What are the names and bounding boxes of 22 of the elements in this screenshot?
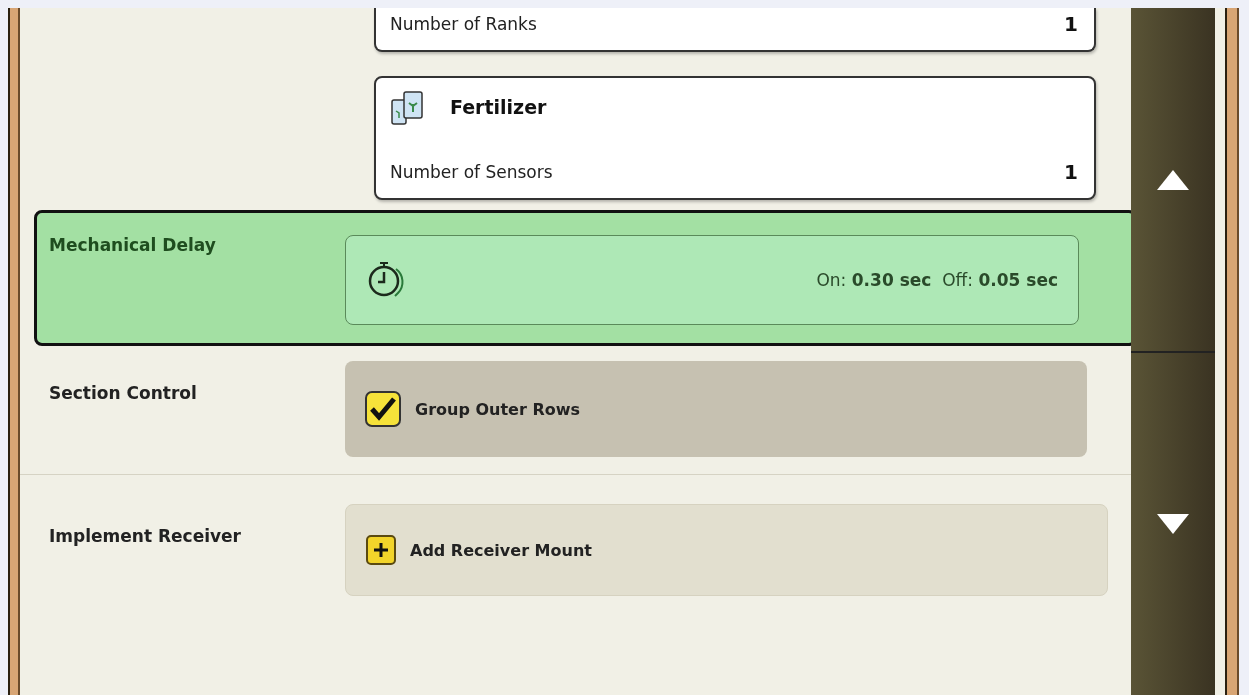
card-label: Number of Sensors <box>390 162 553 182</box>
card-value: 1 <box>1064 160 1078 184</box>
product-card[interactable]: Fertilizer Number of Sensors 1 <box>374 76 1096 200</box>
add-receiver-button[interactable]: Add Receiver Mount <box>345 504 1108 596</box>
card-value: 1 <box>1064 12 1078 36</box>
delay-button[interactable]: On: 0.30 sec Off: 0.05 sec <box>345 235 1079 325</box>
row-label: Section Control <box>49 383 198 403</box>
row-label: Mechanical Delay <box>49 235 217 255</box>
check-icon <box>369 396 397 422</box>
settings-card[interactable]: Number of Ranks 1 <box>374 8 1096 52</box>
checkbox[interactable] <box>365 391 401 427</box>
card-label: Number of Ranks <box>390 14 537 34</box>
down-arrow-icon <box>1156 512 1190 535</box>
plus-icon <box>372 541 390 559</box>
settings-row[interactable]: Mechanical Delay On: 0.30 sec Off: 0.05 sec <box>34 210 1131 346</box>
containers-icon <box>390 88 426 126</box>
row-label: Implement Receiver <box>49 526 242 546</box>
delay-values: On: 0.30 sec Off: 0.05 sec <box>816 270 1058 290</box>
up-arrow-icon <box>1156 168 1190 191</box>
card-title: Fertilizer <box>450 96 547 118</box>
group-outer-rows-button[interactable]: Group Outer Rows <box>345 361 1087 457</box>
scroll-bar[interactable] <box>1131 8 1215 695</box>
